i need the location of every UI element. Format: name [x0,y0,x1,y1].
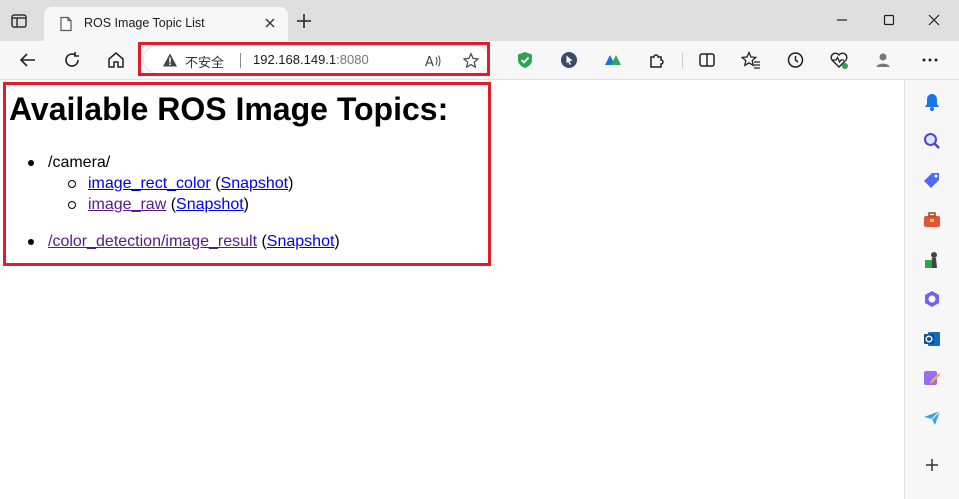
list-item: /camera/ image_rect_color (Snapshot) ima… [28,152,340,215]
toolbar-divider [682,53,683,69]
snapshot-link[interactable]: Snapshot [267,233,335,250]
edge-sidebar [904,80,959,499]
puzzle-icon[interactable] [647,50,667,70]
back-icon[interactable] [18,50,38,70]
bullet [28,239,34,245]
topic-link[interactable]: image_raw [88,196,166,213]
active-tab[interactable]: ROS Image Topic List [44,7,288,41]
copilot-icon[interactable] [922,289,942,309]
bullet [28,160,34,166]
warning-icon[interactable] [162,52,178,68]
divider [240,53,241,68]
more-icon[interactable] [920,50,940,70]
star-icon[interactable] [462,52,480,70]
send-icon[interactable] [922,408,942,428]
list-item: image_raw (Snapshot) [68,194,340,215]
plus-icon[interactable] [296,13,312,29]
read-aloud-icon[interactable]: A [424,52,442,70]
favorites-icon[interactable] [741,50,761,70]
topic-link[interactable]: /color_detection/image_result [48,233,257,250]
translate-extension-icon[interactable] [603,50,623,70]
topic-list: /camera/ image_rect_color (Snapshot) ima… [28,152,340,252]
refresh-icon[interactable] [62,50,82,70]
paren-close: ) [288,175,294,192]
paren-close: ) [243,196,249,213]
page-content: Available ROS Image Topics: /camera/ ima… [0,80,903,499]
url-host: 192.168.149.1 [253,52,337,67]
add-icon[interactable] [922,455,942,475]
tab-title: ROS Image Topic List [84,16,205,30]
cursor-extension-icon[interactable] [559,50,579,70]
window-close-icon[interactable] [926,12,942,28]
bullet [68,201,76,209]
shield-extension-icon[interactable] [515,50,535,70]
minimize-icon[interactable] [834,12,850,28]
search-icon[interactable] [922,131,942,151]
snapshot-link[interactable]: Snapshot [221,175,289,192]
topic-namespace: /camera/ [48,154,111,171]
profile-icon[interactable] [873,50,893,70]
toolbox-icon[interactable] [922,210,942,230]
sub-topic-list: image_rect_color (Snapshot) image_raw (S… [48,173,340,215]
snapshot-link[interactable]: Snapshot [176,196,244,213]
tab-strip: ROS Image Topic List [0,0,959,41]
security-label[interactable]: 不安全 [185,52,224,71]
games-icon[interactable] [922,250,942,270]
page-heading: Available ROS Image Topics: [9,91,449,127]
list-item: /color_detection/image_result (Snapshot) [28,231,340,252]
list-item: image_rect_color (Snapshot) [68,173,340,194]
url-port: :8080 [336,52,369,67]
address-bar[interactable]: 不安全 192.168.149.1:8080 A [143,45,490,74]
page-icon [60,16,72,32]
split-screen-icon[interactable] [697,50,717,70]
paren-close: ) [334,233,340,250]
performance-icon[interactable] [829,50,849,70]
topic-link[interactable]: image_rect_color [88,175,211,192]
svg-text:A: A [425,55,434,70]
outlook-icon[interactable] [922,329,942,349]
designer-icon[interactable] [922,368,942,388]
bell-icon[interactable] [922,92,942,112]
maximize-icon[interactable] [881,12,897,28]
bullet [68,180,76,188]
shopping-tag-icon[interactable] [922,171,942,191]
home-icon[interactable] [106,50,126,70]
url-text[interactable]: 192.168.149.1:8080 [253,52,369,67]
history-icon[interactable] [785,50,805,70]
toolbar: 不安全 192.168.149.1:8080 A [0,41,959,80]
tab-actions-icon[interactable] [10,12,28,30]
close-icon[interactable] [263,16,277,30]
